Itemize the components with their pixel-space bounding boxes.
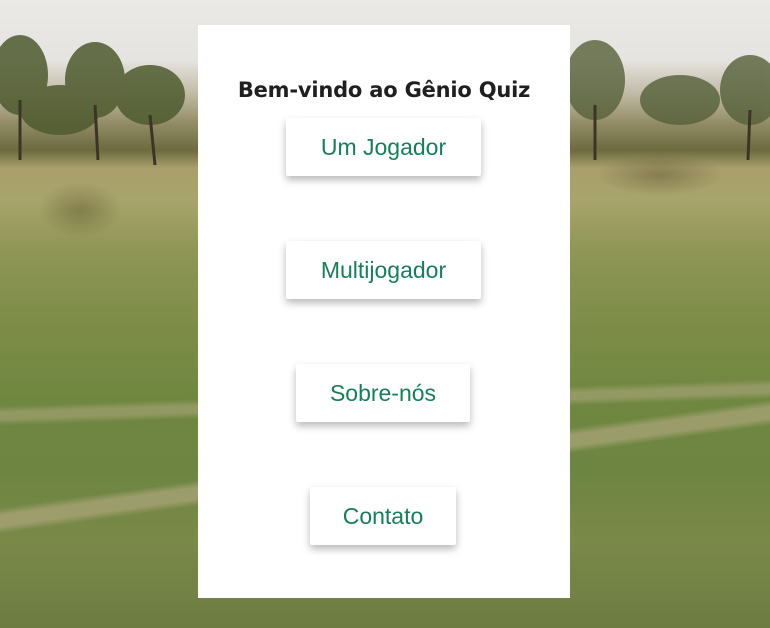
- trees-left-decoration: [0, 35, 185, 166]
- multiplayer-button[interactable]: Multijogador: [286, 241, 481, 299]
- about-us-button[interactable]: Sobre-nós: [296, 364, 470, 422]
- welcome-panel: Bem-vindo ao Gênio Quiz Um Jogador Multi…: [198, 25, 570, 598]
- trees-right-decoration: [570, 40, 770, 161]
- single-player-button[interactable]: Um Jogador: [286, 118, 481, 176]
- page-title: Bem-vindo ao Gênio Quiz: [237, 78, 531, 102]
- contact-button[interactable]: Contato: [310, 487, 456, 545]
